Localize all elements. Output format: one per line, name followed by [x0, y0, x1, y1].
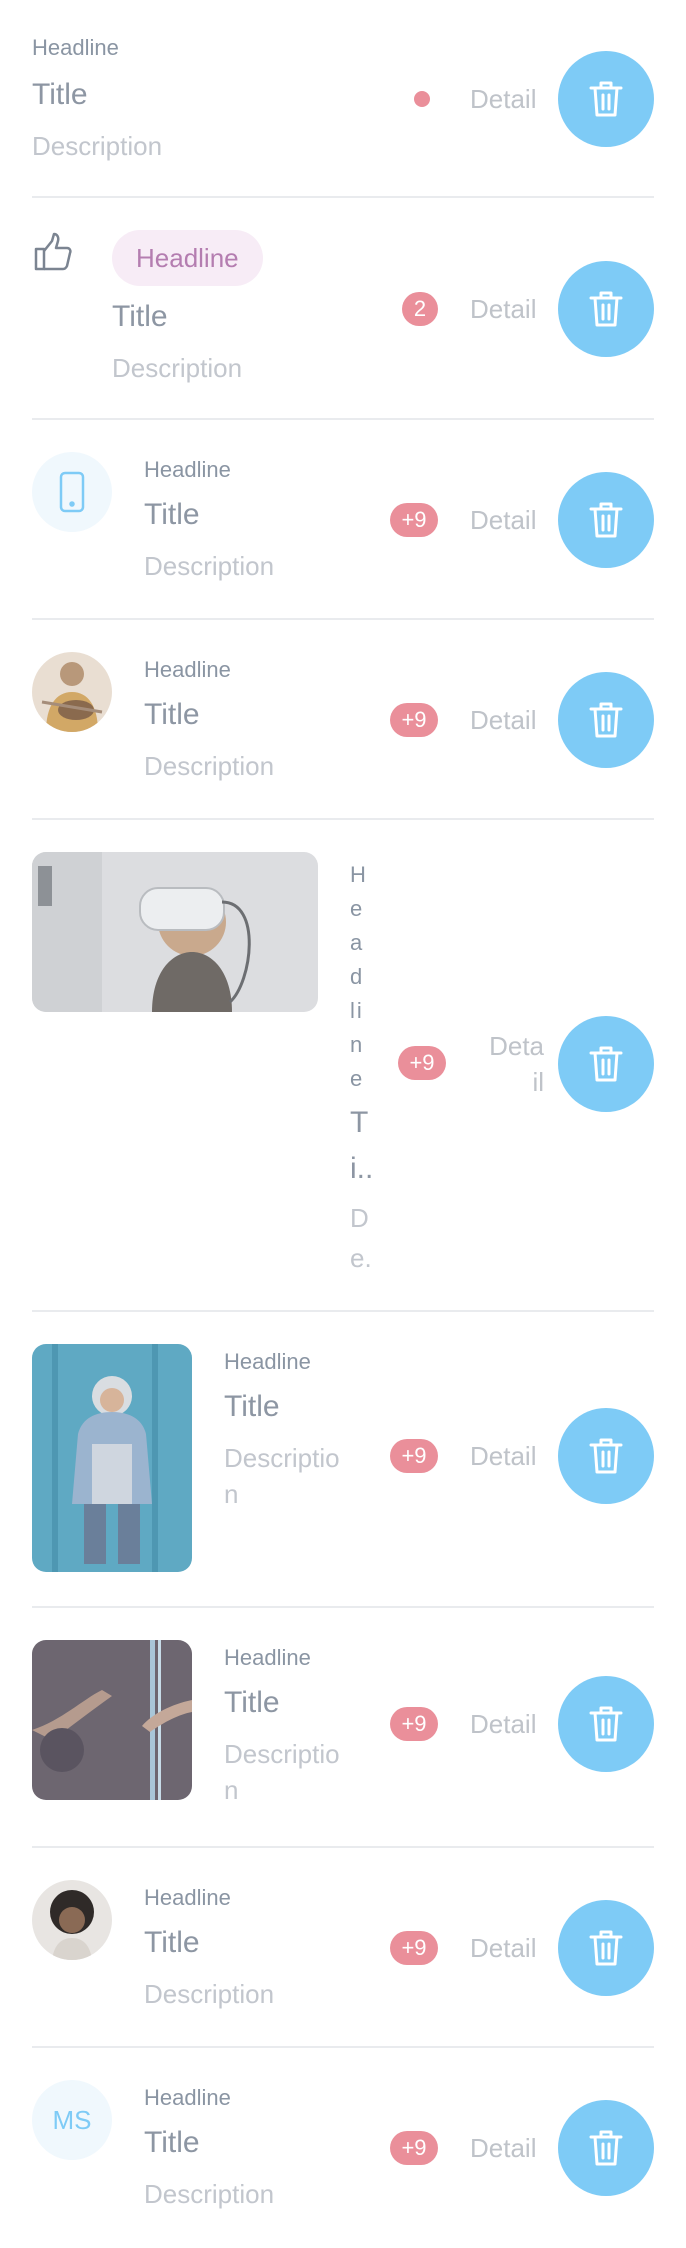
delete-button[interactable] [558, 261, 654, 357]
headline: Headline [144, 457, 231, 482]
headline-chip: Headline [112, 230, 263, 286]
headline: Headline [144, 2085, 231, 2110]
list-item[interactable]: Headline Title Descriptio n +9 Detail [32, 1608, 654, 1848]
thumbs-up-icon [34, 232, 74, 277]
headline: Headline [32, 35, 119, 60]
delete-button[interactable] [558, 472, 654, 568]
title: Title [224, 1686, 280, 1719]
count-badge: +9 [390, 703, 438, 737]
list-item[interactable]: Headline Title Description +9 Detail [32, 1848, 654, 2048]
list-item[interactable]: Headline Title Description +9 Detail [32, 420, 654, 620]
vr-headset-photo [32, 852, 318, 1012]
trash-icon [589, 2130, 623, 2166]
count-badge: +9 [390, 503, 438, 537]
smartphone-icon [59, 471, 85, 513]
detail-text: Detail [470, 505, 537, 535]
title: Title [144, 698, 200, 731]
description: Description [112, 353, 243, 383]
detail-text: Deta il [489, 1031, 544, 1097]
trash-icon [589, 702, 623, 738]
list-item[interactable]: MS Headline Title Description +9 Detail [32, 2048, 654, 2248]
trash-icon [589, 291, 623, 327]
avatar-guitar-player [32, 652, 112, 732]
detail-text: Detail [470, 1709, 537, 1739]
trash-icon [589, 1930, 623, 1966]
description: D e. [350, 1203, 372, 1273]
list-item[interactable]: Headline Title Description Detail [32, 0, 654, 198]
trash-icon [589, 502, 623, 538]
delete-button[interactable] [558, 672, 654, 768]
headline: Headline [144, 1885, 231, 1910]
description: Description [144, 551, 275, 581]
count-badge: +9 [390, 2131, 438, 2165]
headline: Headline [224, 1645, 311, 1670]
hands-concert-photo [32, 1640, 192, 1800]
avatar-curly-hair [32, 1880, 112, 1960]
trash-icon [589, 1046, 623, 1082]
description: Descriptio n [224, 1443, 340, 1509]
detail-text: Detail [470, 705, 537, 735]
list: Headline Title Description Detail Headli… [32, 0, 654, 2248]
delete-button[interactable] [558, 1900, 654, 1996]
delete-button[interactable] [558, 2100, 654, 2196]
count-badge: 2 [402, 292, 438, 326]
trash-icon [589, 81, 623, 117]
count-badge: +9 [398, 1046, 446, 1080]
trash-icon [589, 1706, 623, 1742]
title: T i.. [350, 1106, 374, 1185]
list-item[interactable]: Headline T i.. D e. +9 Deta il [32, 820, 654, 1312]
detail-text: Detail [470, 294, 537, 324]
title: Title [144, 1926, 200, 1959]
delete-button[interactable] [558, 1016, 654, 1112]
headline: Headline [350, 862, 368, 1091]
detail-text: Detail [470, 1933, 537, 1963]
detail-text: Detail [470, 84, 537, 114]
title: Title [224, 1390, 280, 1423]
trash-icon [589, 1438, 623, 1474]
count-badge: +9 [390, 1931, 438, 1965]
description: Descriptio n [224, 1739, 340, 1805]
headline: Headline [224, 1349, 311, 1374]
delete-button[interactable] [558, 51, 654, 147]
headline: Headline [144, 657, 231, 682]
count-badge: +9 [390, 1707, 438, 1741]
delete-button[interactable] [558, 1676, 654, 1772]
description: Description [144, 751, 275, 781]
count-badge: +9 [390, 1439, 438, 1473]
detail-text: Detail [470, 2133, 537, 2163]
leading-icon-container [32, 452, 112, 532]
title: Title [144, 498, 200, 531]
list-item[interactable]: Headline Title Descriptio n +9 Detail [32, 1312, 654, 1608]
description: Description [144, 2179, 275, 2209]
title: Title [32, 78, 88, 111]
list-item[interactable]: Headline Title Description +9 Detail [32, 620, 654, 820]
list-item[interactable]: Headline Title Description 2 Detail [32, 198, 654, 420]
title: Title [112, 300, 168, 333]
initials-text: MS [52, 2104, 92, 2135]
title: Title [144, 2126, 200, 2159]
hoodie-person-photo [32, 1344, 192, 1572]
detail-text: Detail [470, 1441, 537, 1471]
status-dot [414, 91, 430, 107]
description: Description [144, 1979, 275, 2009]
description: Description [32, 131, 163, 161]
avatar-initials: MS [32, 2080, 112, 2160]
delete-button[interactable] [558, 1408, 654, 1504]
